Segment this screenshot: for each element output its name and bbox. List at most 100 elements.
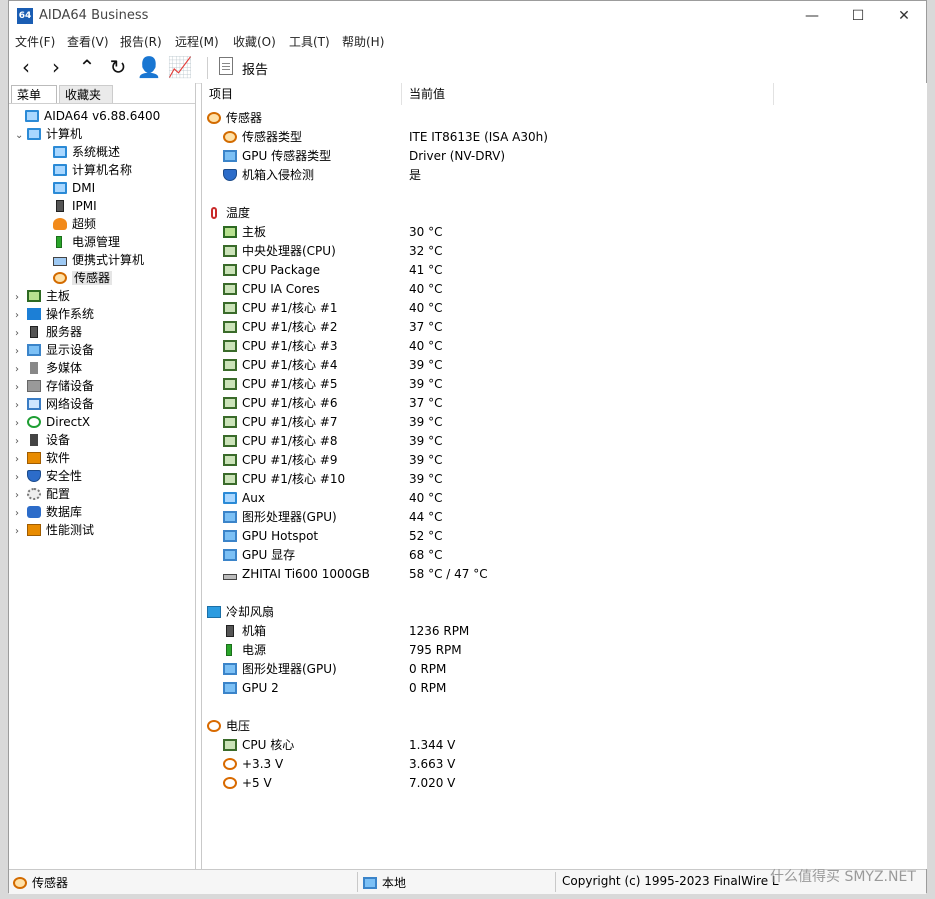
tree-item[interactable]: › 安全性 (15, 467, 82, 485)
sensor-row[interactable]: CPU #1/核心 #8 (223, 432, 337, 451)
tree-item[interactable]: › 存储设备 (15, 377, 94, 395)
refresh-icon[interactable]: ↻ (105, 55, 131, 79)
sensor-row[interactable]: CPU Package (223, 261, 320, 280)
tree-item[interactable]: › 数据库 (15, 503, 82, 521)
tree-item-computer-child[interactable]: DMI (41, 179, 95, 197)
report-button-label[interactable]: 报告 (242, 59, 268, 78)
sensor-section-header[interactable]: 电压 (207, 717, 250, 736)
menu-view[interactable]: 查看(V) (67, 33, 109, 50)
sensor-row[interactable]: CPU #1/核心 #9 (223, 451, 337, 470)
tab-favorites[interactable]: 收藏夹 (59, 85, 113, 103)
menu-file[interactable]: 文件(F) (15, 33, 55, 50)
sensor-section-header[interactable]: 冷却风扇 (207, 603, 274, 622)
tree-item[interactable]: › 软件 (15, 449, 70, 467)
sensor-row[interactable]: CPU #1/核心 #1 (223, 299, 337, 318)
menu-remote[interactable]: 远程(M) (175, 33, 219, 50)
tree-item-computer-child[interactable]: 传感器 (41, 269, 113, 287)
tree-item-computer-child[interactable]: 超频 (41, 215, 96, 233)
tree-item[interactable]: › DirectX (15, 413, 90, 431)
sensor-value: 40 °C (409, 491, 443, 505)
status-copyright: Copyright (c) 1995-2023 FinalWire L (562, 874, 779, 888)
sensor-row[interactable]: CPU #1/核心 #10 (223, 470, 345, 489)
sensor-row[interactable]: CPU #1/核心 #6 (223, 394, 337, 413)
computer-icon (53, 182, 67, 194)
close-button[interactable]: ✕ (881, 1, 927, 31)
user-icon[interactable]: 👤 (136, 55, 162, 79)
chevron-icon[interactable]: ⌄ (15, 127, 27, 145)
sensor-row[interactable]: CPU 核心 (223, 736, 294, 755)
tree-item[interactable]: › 服务器 (15, 323, 82, 341)
title-bar[interactable]: 64 AIDA64 Business — ☐ ✕ (9, 1, 926, 31)
sensor-row[interactable]: CPU #1/核心 #4 (223, 356, 337, 375)
sensor-row[interactable]: GPU 显存 (223, 546, 295, 565)
tree-item[interactable]: › 性能测试 (15, 521, 94, 539)
tree-item-computer-child[interactable]: 便携式计算机 (41, 251, 144, 269)
tree-item[interactable]: › 配置 (15, 485, 70, 503)
sensor-row[interactable]: 图形处理器(GPU) (223, 660, 337, 679)
minimize-button[interactable]: — (789, 1, 835, 31)
section-title: 温度 (226, 206, 251, 220)
sensor-row[interactable]: CPU #1/核心 #2 (223, 318, 337, 337)
sensor-row[interactable]: 机箱 (223, 622, 266, 641)
orange-icon (27, 452, 41, 464)
tree-item[interactable]: › 主板 (15, 287, 70, 305)
status-middle: 本地 (363, 874, 406, 891)
column-header-item[interactable]: 项目 (202, 83, 402, 105)
back-icon[interactable]: ‹ (13, 55, 39, 79)
sensor-value: 37 °C (409, 320, 443, 334)
case-icon (30, 326, 38, 338)
menu-favorites[interactable]: 收藏(O) (233, 33, 276, 50)
sensor-row[interactable]: CPU #1/核心 #5 (223, 375, 337, 394)
sensor-value: 1236 RPM (409, 624, 470, 638)
sensor-section-header[interactable]: 传感器 (207, 109, 262, 128)
sensor-row[interactable]: 机箱入侵检测 (223, 166, 314, 185)
sensor-row[interactable]: 传感器类型 (223, 128, 302, 147)
tree-item-computer-child[interactable]: IPMI (41, 197, 97, 215)
sensor-row[interactable]: GPU 2 (223, 679, 279, 698)
tree-item-computer-child[interactable]: 计算机名称 (41, 161, 132, 179)
tree-item-computer[interactable]: ⌄ 计算机 (15, 125, 82, 143)
tree-item-label: 便携式计算机 (72, 253, 145, 267)
tree-item[interactable]: › 网络设备 (15, 395, 94, 413)
computer-icon (27, 128, 41, 140)
sensor-row[interactable]: Aux (223, 489, 265, 508)
up-icon[interactable]: ⌃ (74, 55, 100, 79)
tree-item-computer-child[interactable]: 系统概述 (41, 143, 120, 161)
sensor-row[interactable]: 主板 (223, 223, 266, 242)
tree-item[interactable]: › 操作系统 (15, 305, 94, 323)
menu-help[interactable]: 帮助(H) (342, 33, 384, 50)
sensor-section-header[interactable]: 温度 (207, 204, 250, 223)
section-title: 电压 (226, 719, 251, 733)
tree-root-aida64[interactable]: AIDA64 v6.88.6400 (13, 107, 160, 125)
column-header-value[interactable]: 当前值 (402, 83, 774, 105)
sensor-name: CPU 核心 (242, 738, 295, 752)
gauge-icon (207, 112, 221, 124)
chart-icon[interactable]: 📈 (167, 55, 193, 79)
sensor-row[interactable]: +3.3 V (223, 755, 283, 774)
forward-icon[interactable]: › (43, 55, 69, 79)
menu-report[interactable]: 报告(R) (120, 33, 162, 50)
report-icon[interactable] (219, 57, 233, 75)
tree-item[interactable]: › 设备 (15, 431, 70, 449)
sensor-row[interactable]: 中央处理器(CPU) (223, 242, 336, 261)
tree-item[interactable]: › 多媒体 (15, 359, 82, 377)
chevron-icon[interactable]: › (15, 523, 27, 541)
sensor-row[interactable]: GPU Hotspot (223, 527, 318, 546)
tree-item-computer-child[interactable]: 电源管理 (41, 233, 120, 251)
sensor-row[interactable]: CPU #1/核心 #7 (223, 413, 337, 432)
tree-item-label: 超频 (72, 217, 97, 231)
sensor-row[interactable]: 电源 (223, 641, 266, 660)
sensor-row[interactable]: GPU 传感器类型 (223, 147, 331, 166)
sensor-row[interactable]: ZHITAI Ti600 1000GB (223, 565, 370, 584)
sensor-name: 机箱入侵检测 (242, 168, 315, 182)
menu-tools[interactable]: 工具(T) (289, 33, 330, 50)
sensor-row[interactable]: CPU IA Cores (223, 280, 320, 299)
sensor-row[interactable]: CPU #1/核心 #3 (223, 337, 337, 356)
tree-item[interactable]: › 显示设备 (15, 341, 94, 359)
sensor-row[interactable]: 图形处理器(GPU) (223, 508, 337, 527)
sensor-row[interactable]: +5 V (223, 774, 272, 793)
tab-menu[interactable]: 菜单 (11, 85, 57, 103)
maximize-button[interactable]: ☐ (835, 1, 881, 31)
sensor-name: GPU 显存 (242, 548, 296, 562)
tree-item-label: 配置 (46, 487, 71, 501)
